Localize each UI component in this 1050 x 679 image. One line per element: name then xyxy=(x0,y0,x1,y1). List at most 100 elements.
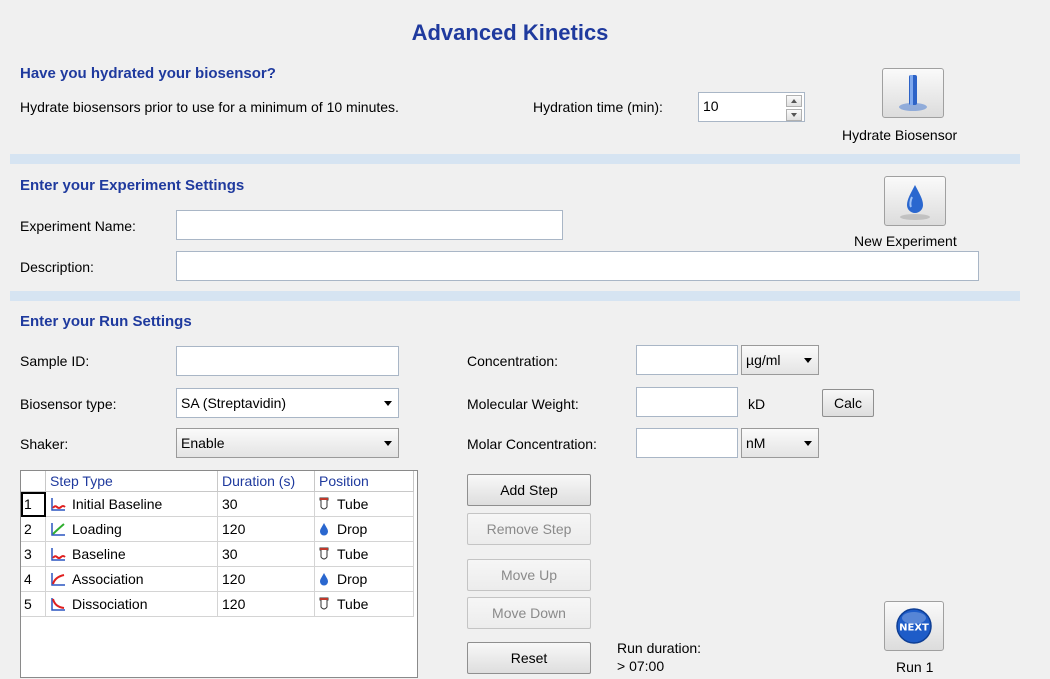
table-row[interactable]: 5 Dissociation 120 Tube xyxy=(21,591,414,617)
position-header[interactable]: Position xyxy=(314,471,414,492)
description-input[interactable] xyxy=(176,251,979,281)
position-cell[interactable]: Drop xyxy=(314,566,414,592)
position-cell[interactable]: Tube xyxy=(314,591,414,617)
run-heading: Enter your Run Settings xyxy=(20,313,192,330)
biosensor-type-label: Biosensor type: xyxy=(20,396,117,412)
duration-cell[interactable]: 30 xyxy=(217,541,315,567)
duration-header[interactable]: Duration (s) xyxy=(217,471,315,492)
table-row[interactable]: 1 Initial Baseline 30 Tube xyxy=(21,491,414,517)
row-number-header xyxy=(21,471,46,492)
spin-down-icon[interactable] xyxy=(786,109,802,121)
row-number[interactable]: 5 xyxy=(21,591,46,617)
association-icon xyxy=(51,573,65,586)
hydration-time-spinner[interactable] xyxy=(786,95,802,121)
shaker-label: Shaker: xyxy=(20,436,69,452)
drop-experiment-icon xyxy=(900,185,930,220)
add-step-button[interactable]: Add Step xyxy=(467,474,591,506)
move-up-button[interactable]: Move Up xyxy=(467,559,591,591)
step-type-header[interactable]: Step Type xyxy=(45,471,218,492)
concentration-label: Concentration: xyxy=(467,353,559,369)
step-table[interactable]: Step Type Duration (s) Position 1 Initia… xyxy=(20,470,418,678)
concentration-input[interactable] xyxy=(636,345,738,375)
biosensor-type-value: SA (Streptavidin) xyxy=(181,395,287,411)
position-cell[interactable]: Tube xyxy=(314,491,414,517)
position-cell[interactable]: Drop xyxy=(314,516,414,542)
tube-icon xyxy=(319,497,329,510)
run-label: Run 1 xyxy=(896,659,934,675)
position-text: Tube xyxy=(337,546,369,562)
hydrate-biosensor-button[interactable] xyxy=(882,68,944,118)
position-text: Tube xyxy=(337,496,369,512)
concentration-unit-select[interactable]: µg/ml xyxy=(741,345,819,375)
calc-button[interactable]: Calc xyxy=(822,389,874,417)
chevron-down-icon xyxy=(804,358,812,363)
hydration-time-label: Hydration time (min): xyxy=(533,99,663,115)
hydrate-biosensor-label: Hydrate Biosensor xyxy=(842,127,958,143)
spin-up-icon[interactable] xyxy=(786,95,802,107)
position-text: Tube xyxy=(337,596,369,612)
row-number[interactable]: 4 xyxy=(21,566,46,592)
duration-cell[interactable]: 120 xyxy=(217,566,315,592)
molecular-weight-label: Molecular Weight: xyxy=(467,396,579,412)
molecular-weight-input[interactable] xyxy=(636,387,738,417)
tube-icon xyxy=(319,547,329,560)
hydration-time-stepper[interactable]: 10 xyxy=(698,92,805,122)
baseline-icon xyxy=(51,548,66,561)
molar-concentration-label: Molar Concentration: xyxy=(467,436,597,452)
hydration-note: Hydrate biosensors prior to use for a mi… xyxy=(20,99,399,115)
new-experiment-label: New Experiment xyxy=(854,233,957,249)
page-title: Advanced Kinetics xyxy=(411,20,609,45)
table-row[interactable]: 2 Loading 120 Drop xyxy=(21,516,414,542)
row-number[interactable]: 2 xyxy=(21,516,46,542)
duration-cell[interactable]: 120 xyxy=(217,516,315,542)
description-label: Description: xyxy=(20,259,94,275)
step-type-text: Loading xyxy=(72,521,122,537)
table-row[interactable]: 4 Association 120 Drop xyxy=(21,566,414,592)
shaker-select[interactable]: Enable xyxy=(176,428,399,458)
sample-id-input[interactable] xyxy=(176,346,399,376)
move-down-button[interactable]: Move Down xyxy=(467,597,591,629)
run-duration-value: > 07:00 xyxy=(617,658,665,674)
new-experiment-button[interactable] xyxy=(884,176,946,226)
run-duration-label: Run duration: xyxy=(617,640,702,656)
biosensor-icon xyxy=(899,75,927,111)
remove-step-button[interactable]: Remove Step xyxy=(467,513,591,545)
row-number[interactable]: 1 xyxy=(21,491,46,517)
molecular-weight-unit: kD xyxy=(748,396,766,412)
step-type-cell[interactable]: Initial Baseline xyxy=(45,491,218,517)
molar-unit-value: nM xyxy=(746,435,766,451)
next-icon: NEXT xyxy=(896,608,932,644)
step-type-cell[interactable]: Association xyxy=(45,566,218,592)
hydration-heading: Have you hydrated your biosensor? xyxy=(20,65,276,82)
molar-concentration-input[interactable] xyxy=(636,428,738,458)
tube-icon xyxy=(319,597,329,610)
chevron-down-icon xyxy=(384,401,392,406)
position-cell[interactable]: Tube xyxy=(314,541,414,567)
molar-unit-select[interactable]: nM xyxy=(741,428,819,458)
biosensor-type-select[interactable]: SA (Streptavidin) xyxy=(176,388,399,418)
position-text: Drop xyxy=(337,571,368,587)
position-text: Drop xyxy=(337,521,368,537)
step-type-text: Association xyxy=(72,571,144,587)
drop-icon xyxy=(320,573,328,586)
experiment-name-input[interactable] xyxy=(176,210,563,240)
duration-cell[interactable]: 30 xyxy=(217,491,315,517)
drop-icon xyxy=(320,523,328,536)
next-icon-text: NEXT xyxy=(899,623,929,634)
concentration-unit-value: µg/ml xyxy=(746,352,781,368)
step-type-cell[interactable]: Baseline xyxy=(45,541,218,567)
table-row[interactable]: 3 Baseline 30 Tube xyxy=(21,541,414,567)
shaker-value: Enable xyxy=(181,435,225,451)
loading-icon xyxy=(51,523,65,536)
chevron-down-icon xyxy=(384,441,392,446)
step-type-cell[interactable]: Dissociation xyxy=(45,591,218,617)
step-type-text: Baseline xyxy=(72,546,126,562)
reset-button[interactable]: Reset xyxy=(467,642,591,674)
baseline-icon xyxy=(51,498,66,511)
hydration-time-value: 10 xyxy=(703,98,719,114)
row-number[interactable]: 3 xyxy=(21,541,46,567)
duration-cell[interactable]: 120 xyxy=(217,591,315,617)
step-type-text: Dissociation xyxy=(72,596,148,612)
step-type-cell[interactable]: Loading xyxy=(45,516,218,542)
next-button[interactable]: NEXT xyxy=(884,601,944,651)
